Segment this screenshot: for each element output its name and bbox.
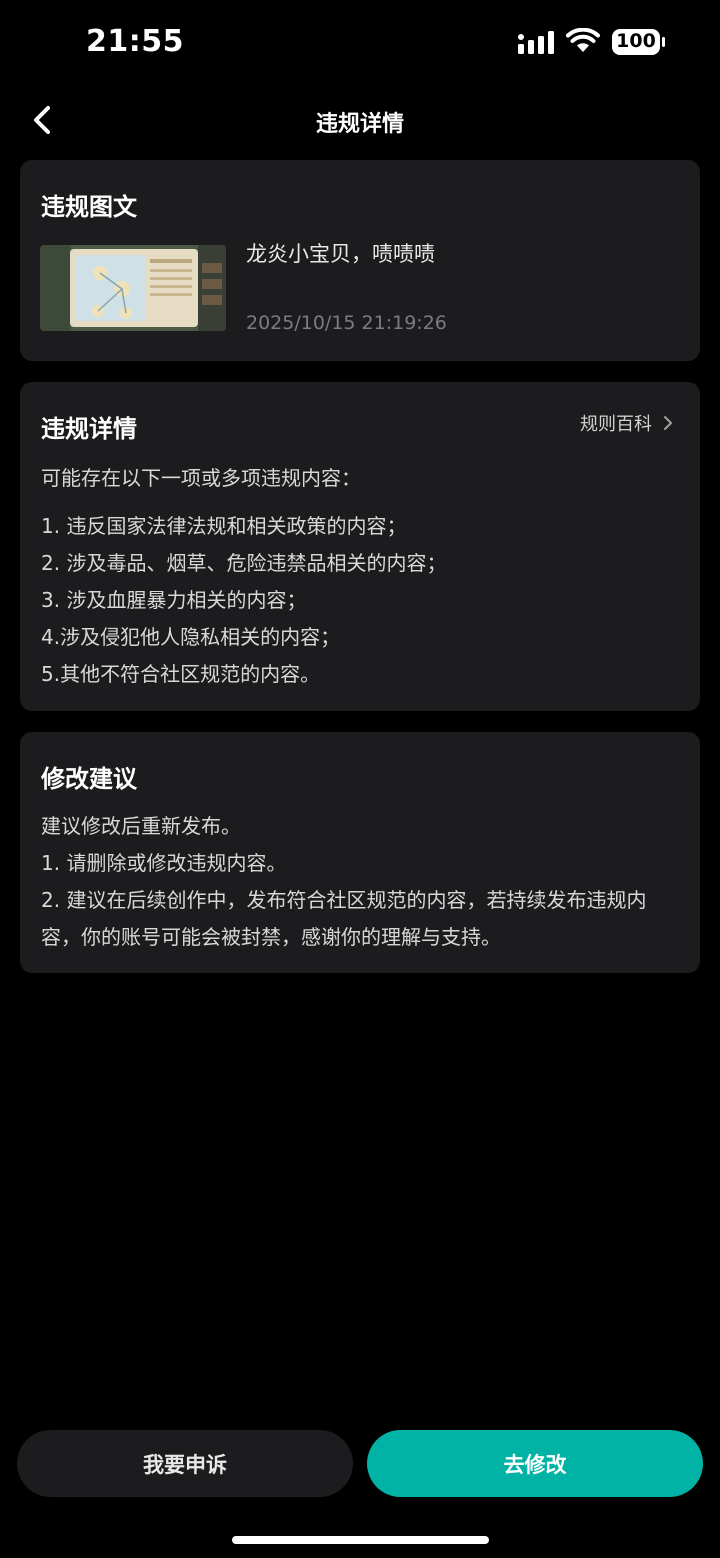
appeal-button[interactable]: 我要申诉 bbox=[17, 1430, 353, 1497]
list-item: 1. 违反国家法律法规和相关政策的内容； bbox=[41, 514, 407, 538]
list-item: 5.其他不符合社区规范的内容。 bbox=[41, 662, 321, 686]
rules-link-label: 规则百科 bbox=[580, 414, 652, 435]
list-item: 3. 涉及血腥暴力相关的内容； bbox=[41, 588, 307, 612]
modification-advice-card: 修改建议 建议修改后重新发布。 1. 请删除或修改违规内容。 2. 建议在后续创… bbox=[20, 732, 700, 973]
violation-detail-card: 违规详情 规则百科 可能存在以下一项或多项违规内容： 1. 违反国家法律法规和相… bbox=[20, 382, 700, 711]
advice-body: 建议修改后重新发布。 1. 请删除或修改违规内容。 2. 建议在后续创作中，发布… bbox=[41, 808, 683, 956]
rules-encyclopedia-link[interactable]: 规则百科 bbox=[580, 410, 674, 436]
violating-post-card: 违规图文 龙炎小宝贝，啧啧啧 2025/10/15 21:19:26 bbox=[20, 160, 700, 361]
home-indicator[interactable] bbox=[232, 1536, 489, 1544]
status-bar: 21:55 100 bbox=[0, 0, 720, 86]
chevron-right-icon bbox=[664, 416, 672, 430]
detail-intro: 可能存在以下一项或多项违规内容： bbox=[41, 466, 361, 490]
detail-card-title: 违规详情 bbox=[41, 415, 137, 443]
battery-icon: 100 bbox=[612, 28, 666, 56]
page-title: 违规详情 bbox=[315, 112, 404, 137]
advice-line: 1. 请删除或修改违规内容。 bbox=[41, 851, 287, 875]
screen: 21:55 100 违规详情 违规图文 龙炎小宝贝，啧啧啧 2025/10/15… bbox=[0, 0, 720, 1558]
wifi-icon bbox=[566, 28, 600, 52]
edit-button[interactable]: 去修改 bbox=[367, 1430, 703, 1497]
advice-line: 建议修改后重新发布。 bbox=[41, 814, 241, 838]
post-timestamp: 2025/10/15 21:19:26 bbox=[246, 312, 447, 334]
post-card-title: 违规图文 bbox=[41, 193, 137, 221]
advice-card-title: 修改建议 bbox=[41, 765, 137, 793]
violation-list: 1. 违反国家法律法规和相关政策的内容； 2. 涉及毒品、烟草、危险违禁品相关的… bbox=[41, 508, 446, 693]
cellular-signal-icon bbox=[518, 31, 554, 54]
battery-level: 100 bbox=[616, 30, 656, 52]
list-item: 2. 涉及毒品、烟草、危险违禁品相关的内容； bbox=[41, 551, 447, 575]
advice-line: 2. 建议在后续创作中，发布符合社区规范的内容，若持续发布违规内容，你的账号可能… bbox=[41, 888, 647, 949]
post-thumbnail[interactable] bbox=[40, 245, 226, 331]
list-item: 4.涉及侵犯他人隐私相关的内容； bbox=[41, 625, 341, 649]
status-time: 21:55 bbox=[86, 24, 184, 59]
post-text: 龙炎小宝贝，啧啧啧 bbox=[246, 242, 435, 266]
nav-bar: 违规详情 bbox=[0, 92, 720, 148]
